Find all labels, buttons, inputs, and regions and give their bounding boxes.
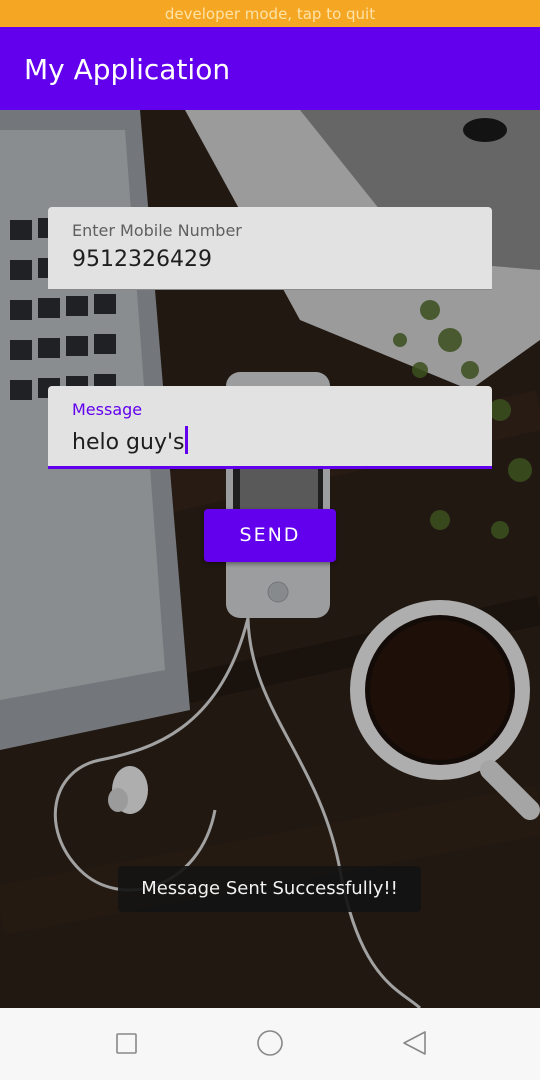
toast-message: Message Sent Successfully!! [118, 866, 421, 912]
back-triangle-icon[interactable] [394, 1008, 436, 1080]
message-input-wrap[interactable]: helo guy's [72, 426, 189, 455]
message-input[interactable]: helo guy's [72, 430, 184, 455]
text-cursor [185, 426, 189, 454]
recent-apps-icon[interactable] [106, 1008, 148, 1080]
app-title: My Application [24, 53, 231, 86]
mobile-number-input[interactable]: 9512326429 [72, 247, 212, 272]
mobile-number-field[interactable]: Enter Mobile Number 9512326429 [48, 207, 492, 290]
navigation-bar [0, 1008, 540, 1080]
message-field[interactable]: Message helo guy's [48, 386, 492, 469]
phone-screen: developer mode, tap to quit My Applicati… [0, 0, 540, 1080]
toast-text: Message Sent Successfully!! [141, 878, 398, 899]
mobile-number-label: Enter Mobile Number [72, 221, 242, 240]
developer-mode-text: developer mode, tap to quit [164, 5, 376, 23]
send-button[interactable]: SEND [204, 509, 336, 562]
app-bar: My Application [0, 27, 540, 110]
send-button-label: SEND [239, 524, 301, 546]
developer-mode-bar[interactable]: developer mode, tap to quit [0, 0, 540, 27]
message-label: Message [72, 400, 143, 419]
home-circle-icon[interactable] [248, 1008, 292, 1080]
